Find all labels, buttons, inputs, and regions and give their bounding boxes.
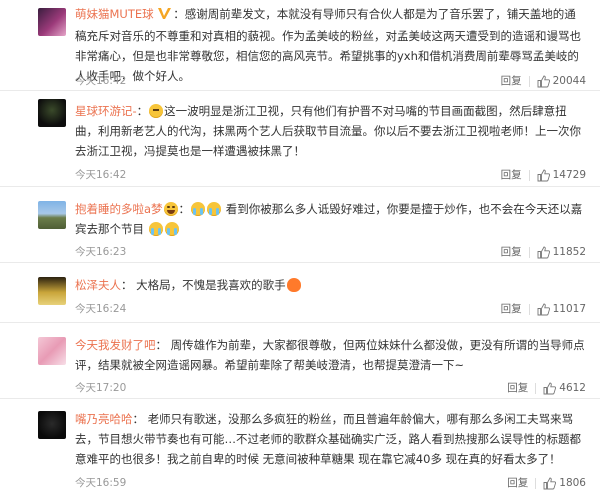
thumbs-up-icon xyxy=(537,169,550,181)
divider xyxy=(528,303,530,315)
like-count: 14729 xyxy=(552,169,586,181)
thumbs-up-icon xyxy=(543,477,557,489)
comment-body: 星球环游记-： 这一波明显是浙江卫视，只有他们有护晋不对马嘴的节目画面截图，然后肆… xyxy=(75,104,581,158)
crying-emoji-icon xyxy=(207,202,222,216)
avatar[interactable] xyxy=(38,201,66,229)
comment-actions: 回复 14729 xyxy=(501,167,586,183)
comment-meta: 今天16:42 回复 14729 xyxy=(75,167,586,183)
like-count: 11852 xyxy=(552,246,586,258)
thumbs-up-icon xyxy=(537,246,550,258)
timestamp: 今天17:20 xyxy=(75,382,127,394)
reply-button[interactable]: 回复 xyxy=(501,244,522,260)
comment-item: 今天我发财了吧： 周传雄作为前辈，大家都很尊敬，但两位妹妹什么都没做，更没有所谓… xyxy=(0,323,600,399)
comment-body: 松泽夫人： 大格局，不愧是我喜欢的歌手 xyxy=(75,275,586,295)
thumbs-up-icon xyxy=(537,303,550,315)
divider xyxy=(535,477,537,489)
like-button[interactable]: 1806 xyxy=(543,475,586,491)
timestamp: 今天16:42 xyxy=(75,75,127,87)
avatar[interactable] xyxy=(38,411,66,439)
timestamp: 今天16:23 xyxy=(75,246,127,258)
comment-item: 萌妹猫MUTE球 ：感谢周前辈发文，本就没有导师只有合伙人都是为了音乐罢了，铺天… xyxy=(0,0,600,91)
comment-item: 嘴乃亮哈哈： 老师只有歌迷，没那么多疯狂的粉丝，而且普遍年龄偏大，哪有那么多闲工… xyxy=(0,399,600,496)
reply-button[interactable]: 回复 xyxy=(501,167,522,183)
reply-button[interactable]: 回复 xyxy=(507,475,528,491)
username[interactable]: 今天我发财了吧 xyxy=(75,338,156,352)
like-button[interactable]: 11017 xyxy=(537,301,586,317)
comment-actions: 回复 11852 xyxy=(501,244,586,260)
comment-meta: 今天16:23 回复 11852 xyxy=(75,244,586,260)
comment-text: 大格局，不愧是我喜欢的歌手 xyxy=(136,278,286,292)
timestamp: 今天16:42 xyxy=(75,169,127,181)
thumbs-up-icon xyxy=(543,382,557,394)
crying-emoji-icon xyxy=(191,202,206,216)
comment-item: 抱着睡的多啦a梦： 看到你被那么多人诋毁好难过，你要是擅于炒作，也不会在今天还以… xyxy=(0,187,600,263)
like-button[interactable]: 11852 xyxy=(537,244,586,260)
like-button[interactable]: 4612 xyxy=(543,380,586,396)
like-button[interactable]: 20044 xyxy=(537,73,586,89)
comment-feed: 萌妹猫MUTE球 ：感谢周前辈发文，本就没有导师只有合伙人都是为了音乐罢了，铺天… xyxy=(0,0,600,496)
thumbs-up-icon xyxy=(537,75,550,87)
username[interactable]: 萌妹猫MUTE球 xyxy=(75,7,154,21)
comment-actions: 回复 1806 xyxy=(507,475,586,491)
avatar[interactable] xyxy=(38,337,66,365)
divider xyxy=(535,382,537,394)
username[interactable]: 松泽夫人 xyxy=(75,278,121,292)
comment-meta: 今天16:42 回复 20044 xyxy=(75,73,586,89)
comment-item: 松泽夫人： 大格局，不愧是我喜欢的歌手 今天16:24 回复 11017 xyxy=(0,263,600,323)
comment-item: 星球环游记-： 这一波明显是浙江卫视，只有他们有护晋不对马嘴的节目画面截图，然后肆… xyxy=(0,91,600,187)
divider xyxy=(528,246,530,258)
like-count: 1806 xyxy=(559,477,586,489)
thinking-emoji-icon xyxy=(149,104,164,118)
crying-emoji-icon xyxy=(164,222,179,236)
like-button[interactable]: 14729 xyxy=(537,167,586,183)
comment-text: 老师只有歌迷，没那么多疯狂的粉丝，而且普遍年龄偏大，哪有那么多闲工夫骂来骂去，节… xyxy=(75,412,581,466)
laughing-emoji-icon xyxy=(163,202,178,216)
comment-body: 今天我发财了吧： 周传雄作为前辈，大家都很尊敬，但两位妹妹什么都没做，更没有所谓… xyxy=(75,338,585,372)
fire-emoji-icon xyxy=(286,278,301,292)
reply-button[interactable]: 回复 xyxy=(501,301,522,317)
timestamp: 今天16:24 xyxy=(75,303,127,315)
reply-button[interactable]: 回复 xyxy=(507,380,528,396)
timestamp: 今天16:59 xyxy=(75,477,127,489)
comment-meta: 今天17:20 回复 4612 xyxy=(75,380,586,396)
verified-v-icon xyxy=(157,6,173,26)
like-count: 4612 xyxy=(559,382,586,394)
comment-body: 嘴乃亮哈哈： 老师只有歌迷，没那么多疯狂的粉丝，而且普遍年龄偏大，哪有那么多闲工… xyxy=(75,412,581,466)
username[interactable]: 嘴乃亮哈哈 xyxy=(75,412,133,426)
like-count: 20044 xyxy=(552,75,586,87)
comment-actions: 回复 11017 xyxy=(501,301,586,317)
avatar[interactable] xyxy=(38,8,66,36)
like-count: 11017 xyxy=(552,303,586,315)
comment-meta: 今天16:24 回复 11017 xyxy=(75,301,586,317)
comment-actions: 回复 4612 xyxy=(507,380,586,396)
username[interactable]: 抱着睡的多啦a梦 xyxy=(75,202,163,216)
comment-actions: 回复 20044 xyxy=(501,73,586,89)
crying-emoji-icon xyxy=(148,222,163,236)
username[interactable]: 星球环游记- xyxy=(75,104,137,118)
reply-button[interactable]: 回复 xyxy=(501,73,522,89)
comment-meta: 今天16:59 回复 1806 xyxy=(75,475,586,491)
divider xyxy=(528,169,530,181)
avatar[interactable] xyxy=(38,99,66,127)
avatar[interactable] xyxy=(38,277,66,305)
divider xyxy=(528,75,530,87)
comment-body: 抱着睡的多啦a梦： 看到你被那么多人诋毁好难过，你要是擅于炒作，也不会在今天还以… xyxy=(75,202,583,236)
